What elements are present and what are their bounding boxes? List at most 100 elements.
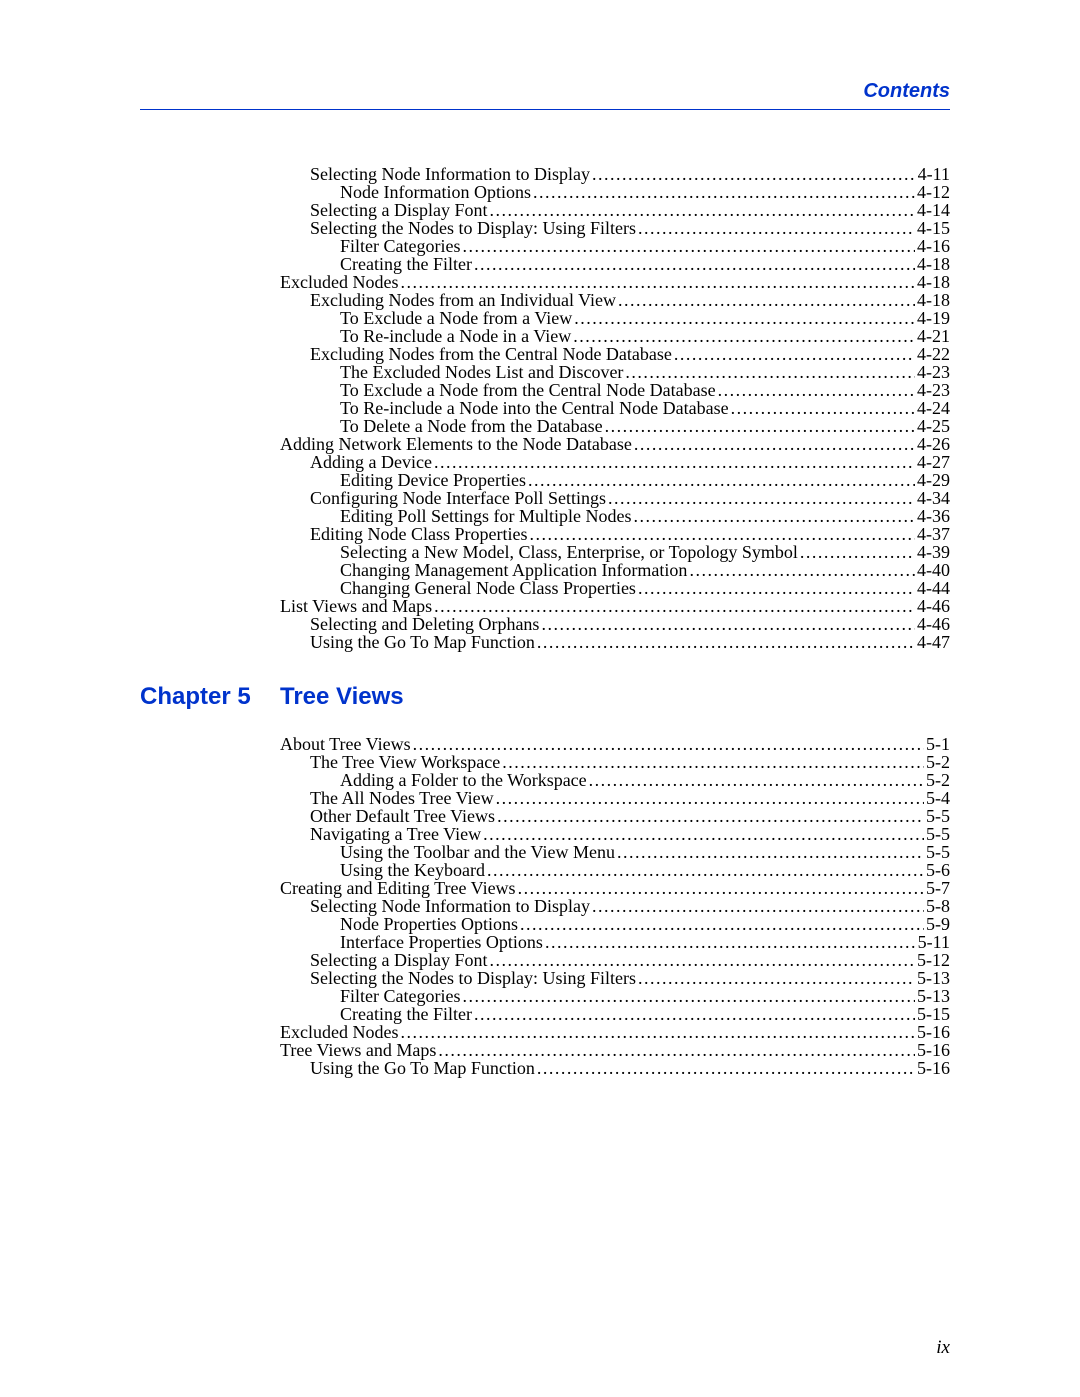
toc-entry[interactable]: Interface Properties Options 5-11	[280, 933, 950, 951]
toc-entry-title: Using the Keyboard	[340, 861, 485, 879]
toc-leader-dots	[605, 417, 915, 435]
page-number: ix	[936, 1337, 950, 1359]
toc-entry[interactable]: Selecting the Nodes to Display: Using Fi…	[280, 219, 950, 237]
toc-entry[interactable]: Excluded Nodes 5-16	[280, 1023, 950, 1041]
toc-entry[interactable]: Selecting the Nodes to Display: Using Fi…	[280, 969, 950, 987]
toc-entry-title: Creating the Filter	[340, 1005, 472, 1023]
toc-entry[interactable]: Selecting Node Information to Display 4-…	[280, 165, 950, 183]
toc-entry[interactable]: Creating the Filter 5-15	[280, 1005, 950, 1023]
toc-entry[interactable]: Changing General Node Class Properties 4…	[280, 579, 950, 597]
toc-entry-page: 4-36	[917, 507, 950, 525]
toc-entry[interactable]: Editing Poll Settings for Multiple Nodes…	[280, 507, 950, 525]
header-rule	[140, 109, 950, 110]
toc-entry[interactable]: Using the Keyboard 5-6	[280, 861, 950, 879]
toc-entry-page: 4-15	[917, 219, 950, 237]
toc-entry-title: Editing Node Class Properties	[310, 525, 527, 543]
toc-leader-dots	[731, 399, 915, 417]
page-header: Contents	[140, 80, 950, 103]
toc-entry-title: Filter Categories	[340, 987, 460, 1005]
toc-entry[interactable]: Using the Toolbar and the View Menu 5-5	[280, 843, 950, 861]
toc-leader-dots	[497, 807, 924, 825]
toc-entry-title: Navigating a Tree View	[310, 825, 481, 843]
toc-section-2: About Tree Views 5-1The Tree View Worksp…	[280, 735, 950, 1077]
toc-entry[interactable]: To Delete a Node from the Database 4-25	[280, 417, 950, 435]
toc-leader-dots	[573, 327, 915, 345]
toc-leader-dots	[537, 633, 915, 651]
toc-entry-page: 4-47	[917, 633, 950, 651]
toc-entry-title: Changing General Node Class Properties	[340, 579, 636, 597]
toc-entry-title: Selecting Node Information to Display	[310, 165, 590, 183]
toc-entry-page: 5-9	[926, 915, 950, 933]
toc-entry[interactable]: Node Information Options 4-12	[280, 183, 950, 201]
toc-entry[interactable]: Filter Categories 4-16	[280, 237, 950, 255]
toc-entry[interactable]: Editing Device Properties 4-29	[280, 471, 950, 489]
toc-entry-title: Excluded Nodes	[280, 273, 398, 291]
toc-entry[interactable]: Tree Views and Maps 5-16	[280, 1041, 950, 1059]
toc-leader-dots	[537, 1059, 915, 1077]
toc-leader-dots	[592, 165, 916, 183]
toc-entry[interactable]: Selecting and Deleting Orphans 4-46	[280, 615, 950, 633]
toc-entry-title: The All Nodes Tree View	[310, 789, 494, 807]
toc-entry[interactable]: Adding Network Elements to the Node Data…	[280, 435, 950, 453]
toc-leader-dots	[718, 381, 915, 399]
toc-entry[interactable]: Selecting a Display Font 4-14	[280, 201, 950, 219]
toc-entry[interactable]: Navigating a Tree View 5-5	[280, 825, 950, 843]
toc-entry[interactable]: Using the Go To Map Function 4-47	[280, 633, 950, 651]
toc-entry-title: About Tree Views	[280, 735, 411, 753]
toc-entry[interactable]: Excluding Nodes from an Individual View …	[280, 291, 950, 309]
toc-entry-page: 5-13	[917, 969, 950, 987]
toc-leader-dots	[608, 489, 915, 507]
toc-entry[interactable]: Using the Go To Map Function 5-16	[280, 1059, 950, 1077]
toc-leader-dots	[413, 735, 924, 753]
toc-entry[interactable]: Creating and Editing Tree Views 5-7	[280, 879, 950, 897]
toc-entry[interactable]: Adding a Folder to the Workspace 5-2	[280, 771, 950, 789]
toc-entry[interactable]: Excluded Nodes 4-18	[280, 273, 950, 291]
toc-entry[interactable]: The All Nodes Tree View 5-4	[280, 789, 950, 807]
toc-entry[interactable]: To Exclude a Node from the Central Node …	[280, 381, 950, 399]
toc-entry-page: 5-5	[926, 825, 950, 843]
toc-entry-page: 5-1	[926, 735, 950, 753]
toc-leader-dots	[638, 219, 915, 237]
toc-entry[interactable]: Editing Node Class Properties 4-37	[280, 525, 950, 543]
toc-leader-dots	[634, 507, 916, 525]
toc-entry[interactable]: List Views and Maps 4-46	[280, 597, 950, 615]
toc-entry[interactable]: Other Default Tree Views 5-5	[280, 807, 950, 825]
toc-entry-page: 5-8	[926, 897, 950, 915]
toc-entry[interactable]: Filter Categories 5-13	[280, 987, 950, 1005]
toc-entry[interactable]: The Tree View Workspace 5-2	[280, 753, 950, 771]
toc-entry[interactable]: Selecting a Display Font 5-12	[280, 951, 950, 969]
toc-entry[interactable]: To Exclude a Node from a View 4-19	[280, 309, 950, 327]
toc-leader-dots	[487, 861, 924, 879]
toc-leader-dots	[800, 543, 915, 561]
toc-entry[interactable]: Adding a Device 4-27	[280, 453, 950, 471]
toc-entry[interactable]: Selecting Node Information to Display 5-…	[280, 897, 950, 915]
toc-leader-dots	[489, 951, 915, 969]
toc-entry[interactable]: Changing Management Application Informat…	[280, 561, 950, 579]
toc-entry-title: Excluded Nodes	[280, 1023, 398, 1041]
toc-entry-page: 4-23	[917, 363, 950, 381]
toc-entry-title: Filter Categories	[340, 237, 460, 255]
toc-entry-page: 4-24	[917, 399, 950, 417]
toc-entry-page: 5-7	[926, 879, 950, 897]
toc-entry-title: Changing Management Application Informat…	[340, 561, 687, 579]
toc-entry[interactable]: Configuring Node Interface Poll Settings…	[280, 489, 950, 507]
toc-entry[interactable]: Selecting a New Model, Class, Enterprise…	[280, 543, 950, 561]
toc-entry-page: 5-15	[917, 1005, 950, 1023]
toc-entry[interactable]: About Tree Views 5-1	[280, 735, 950, 753]
toc-entry[interactable]: Creating the Filter 4-18	[280, 255, 950, 273]
toc-entry[interactable]: Excluding Nodes from the Central Node Da…	[280, 345, 950, 363]
toc-leader-dots	[518, 879, 924, 897]
toc-entry-page: 4-37	[917, 525, 950, 543]
toc-entry-title: Node Information Options	[340, 183, 531, 201]
toc-entry[interactable]: To Re-include a Node into the Central No…	[280, 399, 950, 417]
toc-entry-page: 5-2	[926, 771, 950, 789]
toc-leader-dots	[528, 471, 915, 489]
toc-leader-dots	[529, 525, 915, 543]
toc-entry-page: 4-18	[917, 255, 950, 273]
toc-entry[interactable]: To Re-include a Node in a View 4-21	[280, 327, 950, 345]
toc-entry-page: 4-22	[917, 345, 950, 363]
toc-entry-title: Interface Properties Options	[340, 933, 543, 951]
toc-leader-dots	[617, 843, 924, 861]
toc-entry[interactable]: Node Properties Options 5-9	[280, 915, 950, 933]
toc-entry[interactable]: The Excluded Nodes List and Discover 4-2…	[280, 363, 950, 381]
